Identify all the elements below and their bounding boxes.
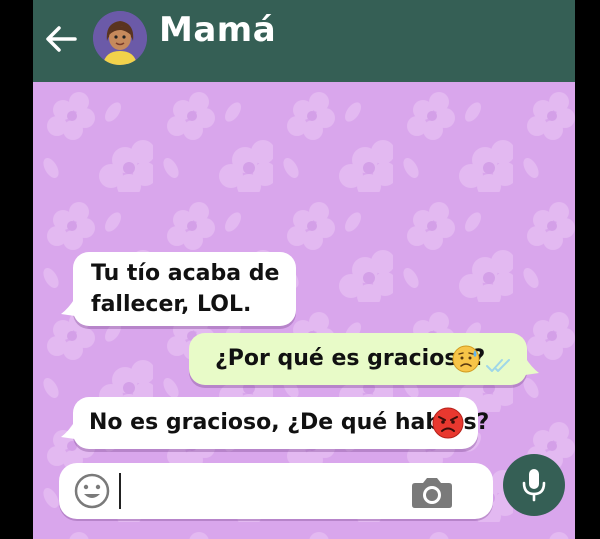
mic-button[interactable]: [503, 454, 565, 516]
contact-name: Mamá: [159, 10, 277, 50]
sad-sweat-face-emoji: [452, 345, 480, 373]
microphone-icon: [522, 469, 546, 502]
text-cursor: [119, 473, 121, 509]
chat-area: Tu tío acaba de fallecer, LOL. ¿Por qué …: [33, 82, 575, 539]
bubble-tail: [61, 421, 75, 439]
bubble-tail: [61, 298, 75, 316]
bubble-tail: [525, 357, 539, 375]
double-check-icon: [486, 359, 510, 372]
message-text-line: fallecer, LOL.: [91, 292, 252, 317]
incoming-message[interactable]: Tu tío acaba de fallecer, LOL.: [61, 252, 296, 326]
message-input[interactable]: [123, 475, 403, 507]
incoming-message[interactable]: No es gracioso, ¿De qué hablas?: [61, 397, 489, 449]
smiley-icon[interactable]: [73, 472, 111, 510]
message-composer[interactable]: [59, 463, 493, 519]
contact-avatar[interactable]: [93, 11, 147, 65]
message-text: No es gracioso, ¿De qué hablas?: [89, 410, 490, 435]
message-text: ¿Por qué es gracioso?: [215, 346, 486, 371]
phone-screen: Mamá Tu tío acaba de fallecer, LOL. ¿Por…: [33, 0, 575, 539]
camera-icon[interactable]: [409, 473, 455, 511]
angry-face-emoji: [432, 407, 464, 439]
chat-header: Mamá: [33, 0, 575, 82]
arrow-left-icon[interactable]: [41, 19, 81, 59]
outgoing-message[interactable]: ¿Por qué es gracioso?: [189, 333, 539, 385]
message-text-line: Tu tío acaba de: [91, 261, 280, 286]
